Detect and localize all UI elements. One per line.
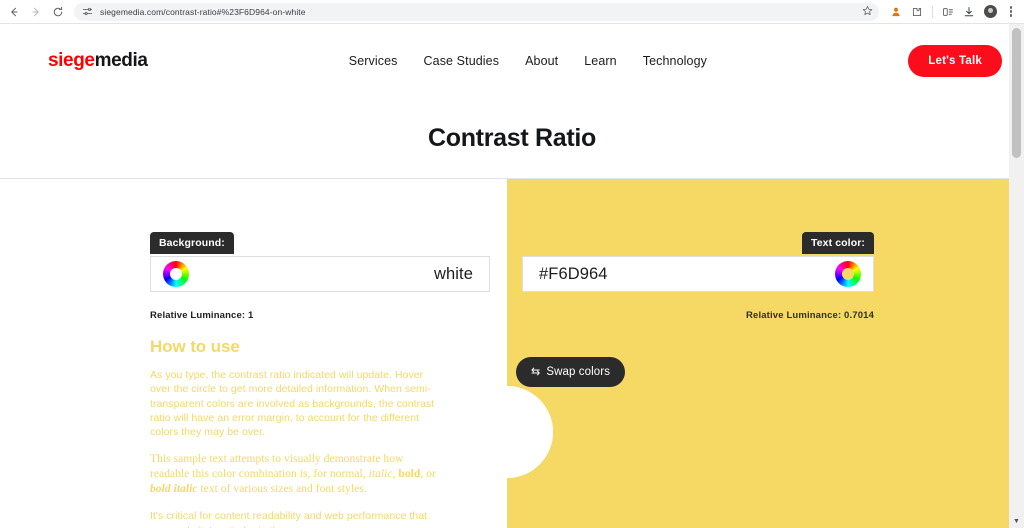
nav-item-case-studies[interactable]: Case Studies (424, 54, 500, 68)
background-relative-luminance: Relative Luminance: 1 (150, 310, 254, 321)
split-tab-icon[interactable] (939, 3, 957, 21)
profile-avatar[interactable] (981, 3, 999, 21)
star-icon[interactable] (862, 3, 873, 21)
browser-toolbar: siegemedia.com/contrast-ratio#%23F6D964-… (0, 0, 1024, 24)
background-label: Background: (150, 232, 234, 254)
browser-nav-buttons (0, 2, 68, 22)
color-wheel-icon[interactable] (163, 261, 189, 287)
three-dot-menu-icon[interactable] (1002, 3, 1020, 21)
extensions-icon[interactable] (908, 3, 926, 21)
text-color-label: Text color: (802, 232, 874, 254)
text-color-pane: Text color: Relative Luminance: 0.7014 ⇆… (507, 179, 1024, 528)
page-title-container: Contrast Ratio (0, 98, 1024, 178)
nav-item-technology[interactable]: Technology (643, 54, 707, 68)
how-to-use-section: How to use As you type, the contrast rat… (150, 337, 442, 528)
reload-icon[interactable] (48, 2, 68, 22)
text-color-field[interactable] (522, 256, 874, 292)
scrollbar-thumb[interactable] (1012, 28, 1021, 158)
sample-text-paragraph: This sample text attempts to visually de… (150, 452, 442, 496)
nav-item-learn[interactable]: Learn (584, 54, 616, 68)
nav-item-services[interactable]: Services (349, 54, 398, 68)
contrast-ratio-value: 1.39 (486, 419, 528, 444)
color-wheel-icon[interactable] (835, 261, 861, 287)
address-bar[interactable]: siegemedia.com/contrast-ratio#%23F6D964-… (74, 2, 879, 21)
sample-text-part2: text of various sizes and font styles. (197, 482, 367, 495)
sample-text-bold: bold (398, 468, 421, 481)
page-title: Contrast Ratio (427, 123, 597, 152)
sample-text-part1: This sample text attempts to visually de… (150, 453, 404, 481)
nav-item-about[interactable]: About (525, 54, 558, 68)
sample-text-italic: italic (368, 468, 393, 481)
contrast-ratio-badge[interactable]: 1.39 (461, 386, 553, 478)
how-to-use-paragraph-3: It's critical for content readability an… (150, 510, 428, 528)
background-color-input[interactable] (189, 264, 477, 284)
site-logo[interactable]: siegemedia (48, 50, 148, 72)
swap-colors-button[interactable]: ⇆ Swap colors (516, 357, 626, 387)
logo-text-media: media (94, 50, 148, 71)
sample-text-sep2: , or (420, 468, 436, 481)
tune-icon[interactable] (80, 5, 94, 19)
scroll-down-arrow-icon[interactable]: ▼ (1009, 514, 1024, 528)
forward-arrow-icon[interactable] (26, 2, 46, 22)
toolbar-divider (932, 5, 933, 18)
swap-colors-label: Swap colors (546, 366, 611, 378)
site-header: siegemedia Services Case Studies About L… (0, 24, 1024, 98)
back-arrow-icon[interactable] (4, 2, 24, 22)
download-icon[interactable] (960, 3, 978, 21)
main-navigation: Services Case Studies About Learn Techno… (349, 54, 707, 68)
contrast-tool: Background: Relative Luminance: 1 How to… (0, 179, 1024, 528)
background-pane: Background: Relative Luminance: 1 How to… (0, 179, 507, 528)
browser-toolbar-icons (887, 3, 1024, 21)
page-content: siegemedia Services Case Studies About L… (0, 24, 1024, 528)
text-color-input[interactable] (535, 264, 835, 284)
header-divider (0, 178, 1024, 179)
sample-text-bold-italic: bold italic (150, 482, 198, 495)
how-to-use-heading: How to use (150, 337, 240, 356)
person-alert-icon[interactable] (887, 3, 905, 21)
text-color-relative-luminance: Relative Luminance: 0.7014 (746, 310, 874, 321)
page-scrollbar[interactable]: ▲ ▼ (1009, 24, 1024, 528)
lets-talk-button[interactable]: Let's Talk (908, 45, 1002, 77)
logo-text-siege: siege (48, 50, 95, 71)
background-color-field[interactable] (150, 256, 490, 292)
how-to-use-paragraph-1: As you type, the contrast ratio indicate… (150, 369, 435, 439)
swap-arrows-icon: ⇆ (531, 365, 541, 378)
address-bar-url: siegemedia.com/contrast-ratio#%23F6D964-… (100, 6, 306, 17)
